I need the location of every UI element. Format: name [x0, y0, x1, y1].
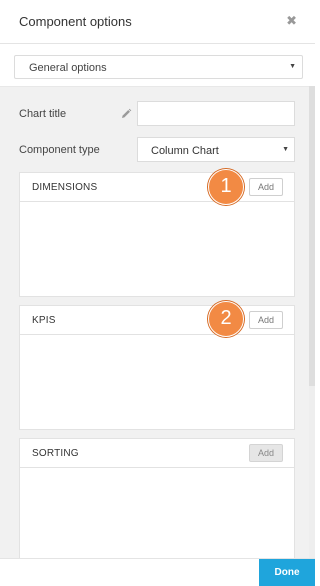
dialog-header: Component options ✖ — [0, 0, 315, 44]
component-type-value: Column Chart — [151, 145, 219, 157]
dialog-footer: Done — [0, 558, 315, 586]
chart-title-label: Chart title — [19, 108, 67, 120]
sorting-card-header: SORTING Add — [20, 439, 294, 468]
kpis-title: KPIS — [32, 315, 56, 326]
step-badge-2: 2 — [208, 301, 244, 337]
dialog-title: Component options — [19, 14, 132, 29]
component-type-select[interactable]: Column Chart ▼ — [137, 137, 295, 162]
dimensions-title: DIMENSIONS — [32, 182, 98, 193]
options-section-dropdown[interactable]: General options ▼ — [14, 55, 303, 79]
done-button[interactable]: Done — [259, 559, 315, 586]
panel-scrollbar[interactable] — [309, 86, 315, 558]
close-icon[interactable]: ✖ — [286, 13, 297, 29]
chevron-down-icon: ▼ — [282, 146, 289, 153]
add-sorting-button[interactable]: Add — [249, 444, 283, 462]
dimensions-card: DIMENSIONS Add — [19, 172, 295, 297]
sorting-card: SORTING Add — [19, 438, 295, 568]
chart-title-input[interactable] — [137, 101, 295, 126]
add-dimension-button[interactable]: Add — [249, 178, 283, 196]
sorting-title: SORTING — [32, 448, 79, 459]
options-section-value: General options — [29, 62, 107, 74]
kpis-card: KPIS Add — [19, 305, 295, 430]
dimensions-card-header: DIMENSIONS Add — [20, 173, 294, 202]
scrollbar-thumb[interactable] — [309, 86, 315, 386]
chevron-down-icon: ▼ — [289, 63, 296, 70]
add-kpi-button[interactable]: Add — [249, 311, 283, 329]
kpis-card-header: KPIS Add — [20, 306, 294, 335]
step-badge-1: 1 — [208, 169, 244, 205]
pencil-icon[interactable] — [120, 108, 132, 120]
component-type-label: Component type — [19, 144, 100, 156]
